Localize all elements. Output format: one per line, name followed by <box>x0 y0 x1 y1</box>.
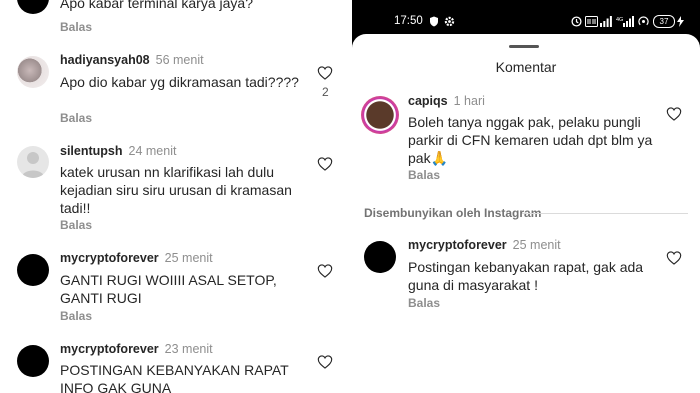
left-comment-feed: Apo kabar terminal karya jaya? Balas had… <box>0 0 345 393</box>
status-clock: 17:50 <box>394 15 423 27</box>
comment-username[interactable]: capiqs 1 hari <box>408 94 485 108</box>
reply-button[interactable]: Balas <box>408 168 440 182</box>
avatar[interactable] <box>364 241 396 273</box>
avatar[interactable] <box>17 254 49 286</box>
volte-icon <box>585 16 598 27</box>
username[interactable]: mycryptoforever <box>408 238 507 252</box>
comment-time: 23 menit <box>164 342 213 356</box>
reply-button[interactable]: Balas <box>60 218 92 232</box>
comment-text: Apo kabar terminal karya jaya? <box>60 0 253 11</box>
comment-username[interactable]: silentupsh 24 menit <box>60 144 176 158</box>
username[interactable]: silentupsh <box>60 144 123 158</box>
avatar[interactable] <box>17 345 49 377</box>
avatar[interactable] <box>17 0 49 14</box>
username[interactable]: mycryptoforever <box>60 342 159 356</box>
reply-button[interactable]: Balas <box>408 296 440 310</box>
comment-time: 25 menit <box>512 238 561 252</box>
default-avatar-icon <box>21 152 45 178</box>
comment-text: GANTI RUGI WOIIII ASAL SETOP, GANTI RUGI <box>60 272 277 306</box>
username[interactable]: hadiyansyah08 <box>60 53 150 67</box>
comment-text: POSTINGAN KEBANYAKAN RAPAT INFO GAK GUNA <box>60 362 289 393</box>
charging-bolt-icon <box>677 16 684 27</box>
comment-username[interactable]: mycryptoforever 25 menit <box>408 238 561 252</box>
reply-button[interactable]: Balas <box>60 309 92 323</box>
heart-icon[interactable] <box>666 251 682 265</box>
comment-text: katek urusan nn klarifikasi lah dulu kej… <box>60 164 292 216</box>
comment-time: 25 menit <box>164 251 213 265</box>
heart-icon[interactable] <box>317 355 333 369</box>
comment-text: Boleh tanya nggak pak, pelaku pungli par… <box>408 114 653 166</box>
comment-text: Apo dio kabar yg dikramasan tadi???? <box>60 74 299 90</box>
alarm-icon <box>571 16 582 27</box>
divider <box>522 213 688 214</box>
hidden-comments-label[interactable]: Disembunyikan oleh Instagram <box>364 206 541 220</box>
username[interactable]: mycryptoforever <box>60 251 159 265</box>
comment-text: Postingan kebanyakan rapat, gak ada guna… <box>408 259 644 293</box>
comment-username[interactable]: mycryptoforever 23 menit <box>60 342 213 356</box>
signal-icon <box>600 16 612 27</box>
svg-text:4G: 4G <box>616 17 623 23</box>
heart-icon[interactable] <box>317 157 333 171</box>
comment-time: 24 menit <box>128 144 177 158</box>
like-count: 2 <box>322 85 329 99</box>
status-bar: 17:50 4G 37 <box>352 0 700 34</box>
heart-icon[interactable] <box>317 264 333 278</box>
comment-username[interactable]: hadiyansyah08 56 menit <box>60 53 204 67</box>
comment-time: 1 hari <box>453 94 485 108</box>
reply-button[interactable]: Balas <box>60 111 92 125</box>
heart-icon[interactable] <box>317 66 333 80</box>
username[interactable]: capiqs <box>408 94 448 108</box>
comment-username[interactable]: mycryptoforever 25 menit <box>60 251 213 265</box>
phone-screen: 17:50 4G 37 Komentar capiqs 1 hari Boleh… <box>352 0 700 393</box>
reply-button[interactable]: Balas <box>60 20 92 34</box>
shield-icon <box>430 16 438 27</box>
heart-icon[interactable] <box>666 107 682 121</box>
hotspot-icon <box>638 16 649 26</box>
battery-level: 37 <box>659 17 669 26</box>
comments-sheet: Komentar capiqs 1 hari Boleh tanya nggak … <box>352 34 700 393</box>
signal-4g-icon: 4G <box>616 16 634 27</box>
drag-handle[interactable] <box>509 45 539 48</box>
avatar[interactable] <box>17 146 49 178</box>
sheet-title: Komentar <box>495 59 557 75</box>
battery-indicator: 37 <box>653 15 675 28</box>
gear-icon <box>444 16 455 27</box>
comment-time: 56 menit <box>155 53 204 67</box>
avatar[interactable] <box>17 56 49 88</box>
avatar[interactable] <box>361 96 399 134</box>
divider <box>345 0 352 393</box>
